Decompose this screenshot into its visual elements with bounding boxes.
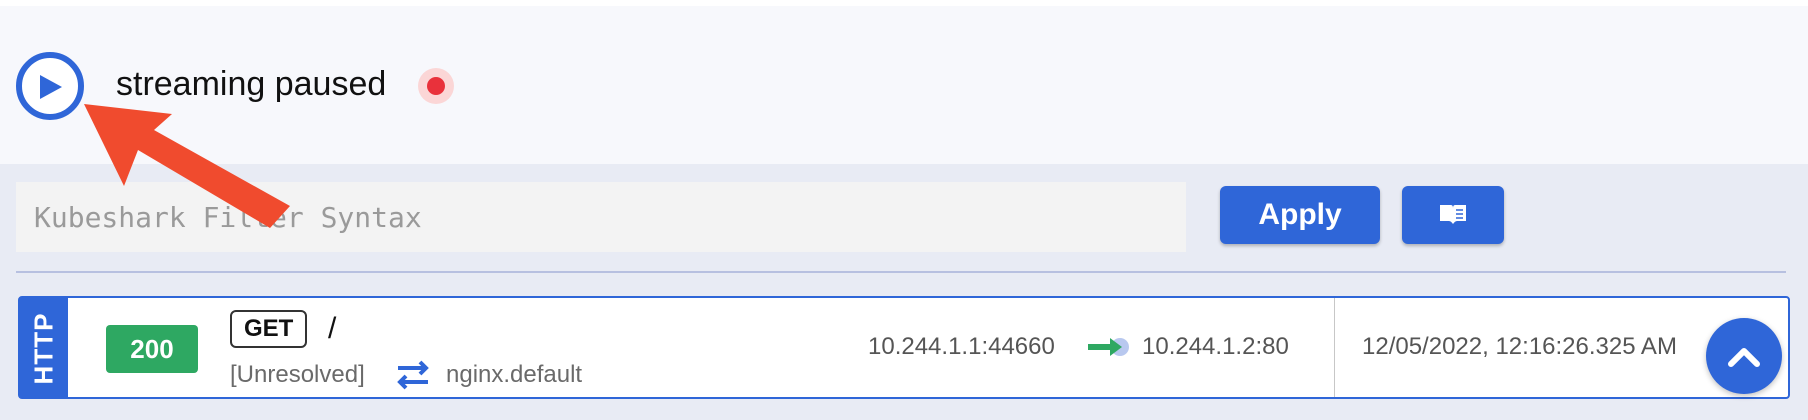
method-badge: GET	[230, 310, 308, 348]
outgoing-flow-icon	[1088, 338, 1129, 356]
scroll-to-top-button[interactable]	[1706, 318, 1782, 394]
column-separator	[1334, 298, 1335, 397]
traffic-entry-row[interactable]: HTTP 200 GET / [Unresolved] nginx.defaul…	[18, 296, 1790, 399]
annotation-arrow	[84, 104, 290, 228]
destination-ip: 10.244.1.2:80	[1142, 333, 1289, 360]
destination-name: nginx.default	[446, 361, 583, 388]
status-code-badge: 200	[106, 325, 198, 373]
streaming-status-text: streaming paused	[116, 65, 387, 103]
swap-arrows-icon	[397, 360, 429, 390]
play-button[interactable]	[16, 52, 84, 120]
chevron-up-icon	[1728, 348, 1760, 367]
apply-button[interactable]: Apply	[1220, 186, 1380, 244]
divider	[16, 271, 1786, 273]
recording-indicator-icon	[418, 68, 454, 104]
play-icon	[40, 75, 62, 99]
source-ip: 10.244.1.1:44660	[868, 333, 1055, 360]
request-path: /	[328, 312, 337, 345]
book-open-icon	[1440, 205, 1466, 224]
docs-button[interactable]	[1402, 186, 1504, 244]
timestamp: 12/05/2022, 12:16:26.325 AM	[1362, 333, 1677, 360]
protocol-tab: HTTP	[20, 298, 68, 397]
protocol-label: HTTP	[28, 312, 59, 385]
source-name: [Unresolved]	[230, 361, 365, 388]
